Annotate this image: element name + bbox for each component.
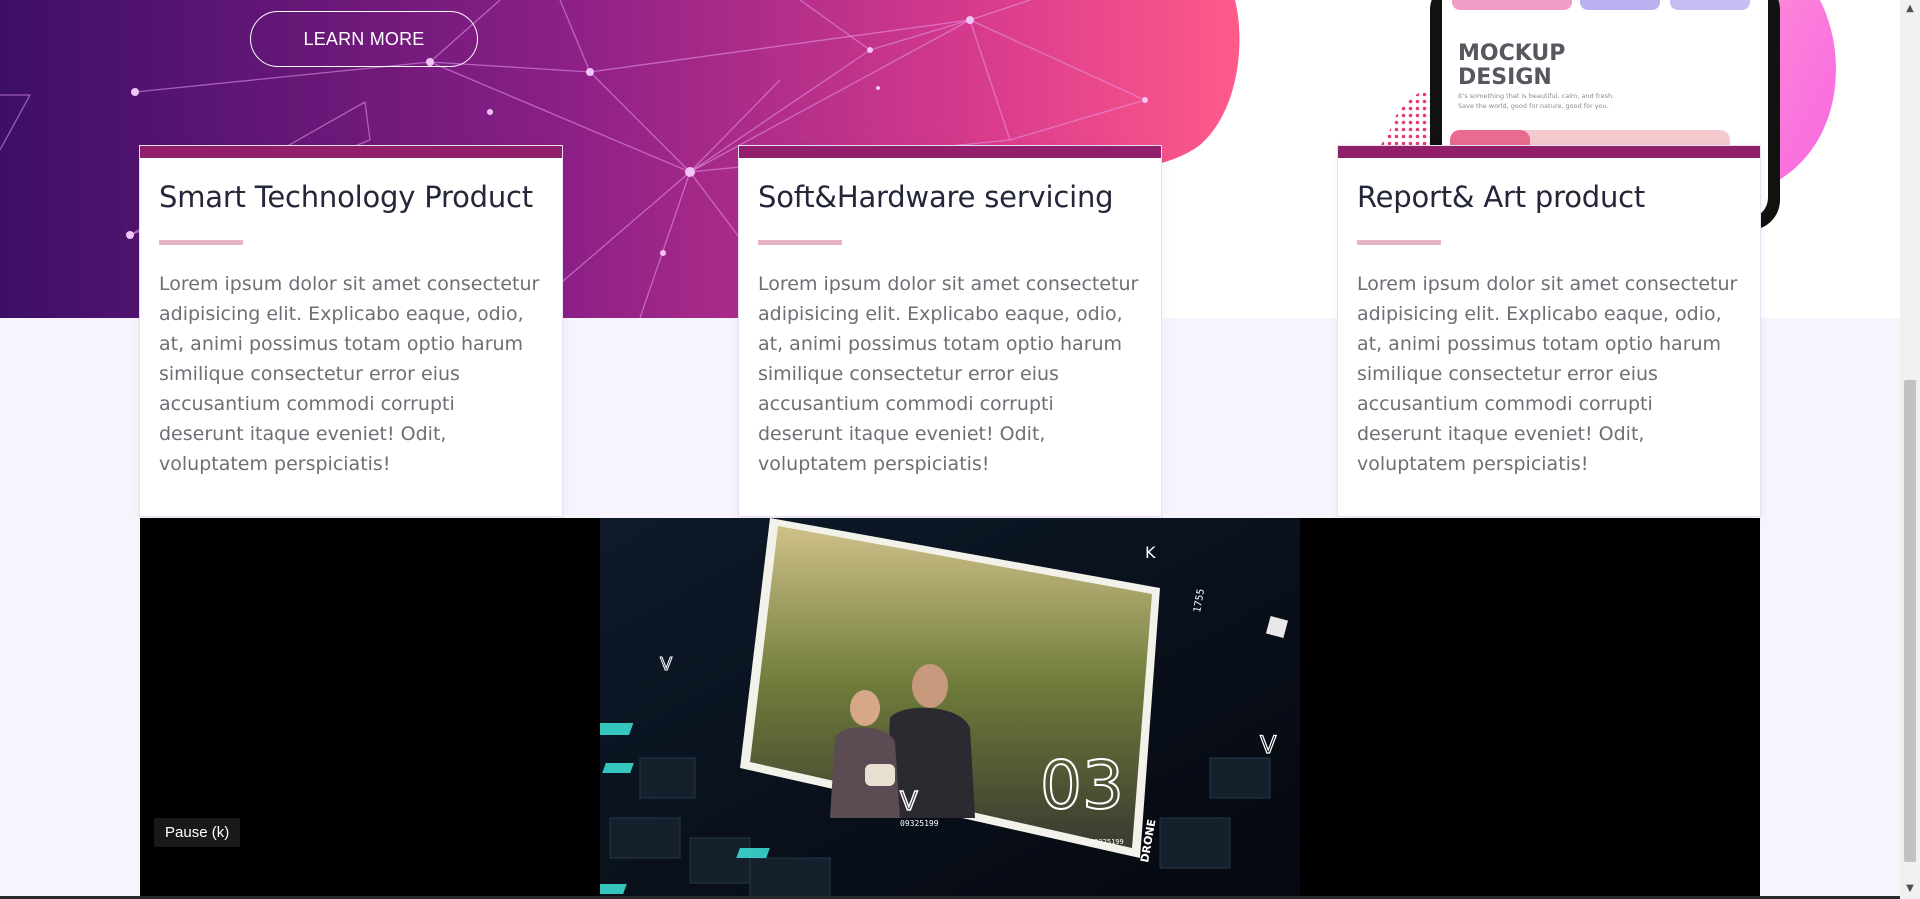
mockup-tagline-line1: It's something that is beautiful, calm, … bbox=[1458, 92, 1614, 100]
card-divider bbox=[1357, 240, 1441, 245]
card-text: Lorem ipsum dolor sit amet consectetur a… bbox=[1357, 273, 1738, 475]
overlay-k-label: K bbox=[1145, 543, 1156, 562]
card-text: Lorem ipsum dolor sit amet consectetur a… bbox=[758, 273, 1139, 475]
card-title: Report& Art product bbox=[1357, 180, 1646, 214]
card-divider bbox=[159, 240, 243, 245]
overlay-v-label-right: V bbox=[1260, 731, 1277, 759]
learn-more-button[interactable]: LEARN MORE bbox=[250, 11, 478, 67]
overlay-code-left: 09325199 bbox=[900, 819, 939, 828]
overlay-v-label: V bbox=[900, 787, 918, 817]
mockup-title-line1: MOCKUP bbox=[1458, 41, 1565, 66]
card-title: Soft&Hardware servicing bbox=[758, 180, 1114, 214]
card-title: Smart Technology Product bbox=[159, 180, 533, 214]
video-frame: 03 V 09325199 09325199 K V V DRONE 1755 bbox=[600, 518, 1300, 899]
feature-card: Soft&Hardware servicing Lorem ipsum dolo… bbox=[739, 146, 1161, 516]
overlay-v-label-left: V bbox=[660, 654, 673, 675]
scroll-up-arrow-icon[interactable]: ▲ bbox=[1900, 0, 1920, 17]
feature-card: Smart Technology Product Lorem ipsum dol… bbox=[140, 146, 562, 516]
scrollbar-thumb[interactable] bbox=[1904, 380, 1916, 862]
scroll-down-arrow-icon[interactable]: ▼ bbox=[1900, 880, 1920, 897]
feature-card: Report& Art product Lorem ipsum dolor si… bbox=[1338, 146, 1760, 516]
card-divider bbox=[758, 240, 842, 245]
video-player[interactable]: 03 V 09325199 09325199 K V V DRONE 1755 bbox=[140, 518, 1760, 899]
pause-tooltip: Pause (k) bbox=[154, 818, 241, 847]
card-text: Lorem ipsum dolor sit amet consectetur a… bbox=[159, 273, 540, 475]
page-scrollbar[interactable]: ▲ ▼ bbox=[1900, 0, 1920, 899]
overlay-number: 03 bbox=[1040, 747, 1124, 824]
overlay-code-right: 09325199 bbox=[1090, 838, 1124, 846]
mockup-title-line2: DESIGN bbox=[1458, 65, 1552, 90]
mockup-tagline-line2: Save the world, good for nature, good fo… bbox=[1458, 102, 1609, 110]
